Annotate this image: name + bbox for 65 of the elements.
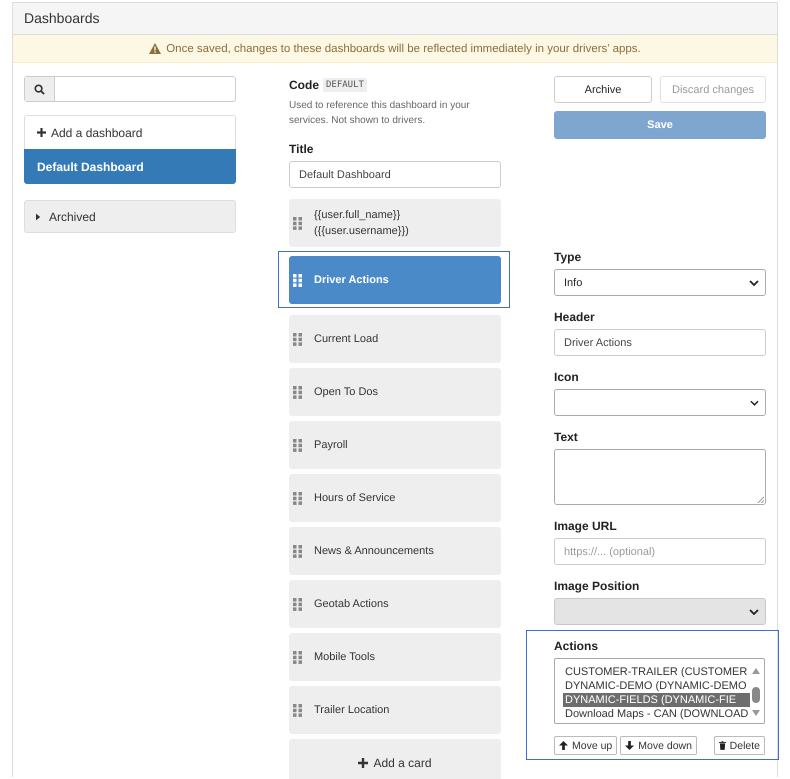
type-select[interactable]: Info — [554, 269, 766, 296]
warning-text: Once saved, changes to these dashboards will be reflected immediately in your drivers’ apps. — [166, 42, 641, 54]
action-option[interactable]: Download Maps - CAN (DOWNLOAD — [565, 707, 750, 721]
dashboard-card[interactable]: Hours of Service — [289, 474, 501, 522]
warning-icon — [149, 43, 162, 54]
drag-handle-icon[interactable] — [293, 598, 302, 610]
arrow-up-icon — [559, 741, 568, 750]
icon-label: Icon — [554, 370, 580, 384]
code-help-text: Used to reference this dashboard in your services. Not shown to drivers. — [289, 99, 471, 128]
action-option[interactable]: DYNAMIC-DEMO (DYNAMIC-DEMO — [565, 679, 750, 693]
resize-handle-icon[interactable] — [757, 496, 764, 503]
drag-handle-icon[interactable] — [293, 438, 302, 452]
trash-icon — [718, 741, 726, 750]
delete-button[interactable]: Delete — [714, 736, 765, 755]
title-field[interactable]: Default Dashboard — [289, 161, 501, 188]
dashboard-card[interactable]: Trailer Location — [289, 686, 501, 734]
action-option[interactable]: DYNAMIC-FIELDS (DYNAMIC-FIE — [563, 693, 750, 707]
dashboard-card[interactable]: Geotab Actions — [289, 580, 501, 628]
dashboard-card[interactable]: Mobile Tools — [289, 633, 501, 681]
add-card-button[interactable]: Add a card — [289, 739, 501, 779]
dashboard-item[interactable]: Default Dashboard — [24, 149, 236, 184]
title-label: Title — [289, 142, 314, 156]
arrow-down-icon — [625, 741, 634, 750]
dashboard-card[interactable]: Open To Dos — [289, 368, 501, 416]
text-label: Text — [554, 430, 579, 444]
drag-handle-icon[interactable] — [293, 544, 302, 558]
drag-handle-icon[interactable] — [293, 332, 302, 346]
plus-icon — [358, 758, 368, 768]
caret-icon — [36, 212, 41, 220]
move-up-button[interactable]: Move up — [554, 736, 618, 755]
dashboard-card[interactable]: News & Announcements — [289, 527, 501, 575]
dashboard-card[interactable]: Driver Actions — [289, 256, 501, 304]
page-title: Dashboards — [24, 10, 100, 26]
image-position-label: Image Position — [554, 579, 640, 593]
type-label: Type — [554, 250, 582, 264]
actions-label: Actions — [554, 639, 600, 653]
move-down-button[interactable]: Move down — [620, 736, 697, 755]
search-field[interactable] — [24, 76, 236, 102]
dashboard-card[interactable]: {{user.full_name}} ({{user.username}}) — [289, 199, 501, 247]
image-url-label: Image URL — [554, 519, 618, 533]
actions-listbox[interactable]: CUSTOMER-TRAILER (CUSTOMER DYNAMIC-DEMO (DYNAMIC-DEMO DYNAMIC-FIELDS (DYNAMIC-FIE Download Maps - CAN (DOWNLOAD — [554, 658, 765, 724]
dashboard-card[interactable]: Payroll — [289, 421, 501, 469]
search-icon — [34, 84, 45, 94]
drag-handle-icon[interactable] — [293, 386, 302, 398]
drag-handle-icon[interactable] — [293, 492, 302, 504]
archived-label: Archived — [49, 210, 96, 224]
chevron-down-icon — [749, 280, 759, 286]
chevron-down-icon — [750, 400, 759, 406]
drag-handle-icon[interactable] — [293, 704, 302, 716]
code-value: DEFAULT — [323, 78, 367, 92]
archived-section[interactable]: Archived — [24, 200, 236, 233]
chevron-down-icon — [749, 608, 759, 614]
text-area[interactable] — [554, 449, 766, 505]
header-field[interactable]: Driver Actions — [554, 329, 766, 356]
archive-button[interactable]: Archive — [554, 76, 652, 103]
icon-select[interactable] — [554, 389, 766, 416]
dashboard-card[interactable]: Current Load — [289, 315, 501, 363]
code-label: Code — [289, 78, 319, 92]
drag-handle-icon[interactable] — [293, 216, 302, 230]
drag-handle-icon[interactable] — [293, 650, 302, 664]
drag-handle-icon[interactable] — [293, 274, 302, 286]
image-url-field[interactable]: https://... (optional) — [554, 538, 766, 565]
plus-icon — [37, 128, 46, 137]
header-label: Header — [554, 310, 596, 324]
action-option[interactable]: CUSTOMER-TRAILER (CUSTOMER — [565, 665, 750, 679]
